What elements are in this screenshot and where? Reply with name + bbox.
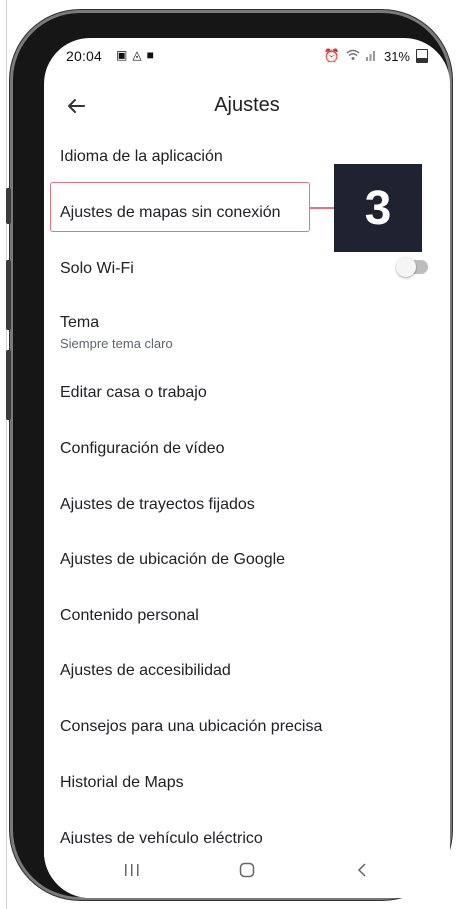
page-border-line xyxy=(6,0,7,909)
settings-item-label: Solo Wi-Fi xyxy=(60,260,134,277)
alarm-icon: ⏰ xyxy=(323,48,340,63)
settings-item-label: Tema xyxy=(60,314,100,331)
status-time: 20:04 xyxy=(66,48,103,64)
android-icon: ◬ xyxy=(132,48,142,62)
wifi-icon xyxy=(346,49,360,64)
settings-item-label: Historial de Maps xyxy=(60,774,184,791)
settings-item-label: Configuración de vídeo xyxy=(60,440,225,457)
settings-item-personal-content[interactable]: Contenido personal xyxy=(44,593,450,641)
settings-item-wifi-only[interactable]: Solo Wi-Fi xyxy=(44,246,450,294)
settings-item-edit-home-work[interactable]: Editar casa o trabajo xyxy=(44,370,450,418)
settings-item-sublabel: Siempre tema claro xyxy=(60,336,173,351)
step-callout-badge: 3 xyxy=(334,164,422,252)
navigation-bar xyxy=(44,844,450,898)
side-button xyxy=(6,350,11,420)
settings-item-theme[interactable]: Tema Siempre tema claro xyxy=(44,300,450,356)
phone-screen: 20:04 ▣ ◬ ■ ⏰ 31% Ajustes Idioma de la a… xyxy=(44,38,450,898)
recent-apps-icon xyxy=(125,864,139,876)
settings-item-label: Ajustes de ubicación de Google xyxy=(60,551,286,568)
settings-item-google-location[interactable]: Ajustes de ubicación de Google xyxy=(44,537,450,585)
status-left-icons: ▣ ◬ ■ xyxy=(116,48,154,62)
status-bar: 20:04 ▣ ◬ ■ ⏰ 31% xyxy=(44,38,450,78)
wifi-only-toggle[interactable] xyxy=(396,257,428,277)
settings-item-label: Editar casa o trabajo xyxy=(60,384,207,401)
home-button[interactable] xyxy=(217,852,277,888)
nav-back-button[interactable] xyxy=(332,852,392,888)
signal-icon xyxy=(365,49,378,64)
settings-item-location-tips[interactable]: Consejos para una ubicación precisa xyxy=(44,704,450,752)
status-right-icons: ⏰ 31% xyxy=(324,48,428,64)
settings-item-accessibility[interactable]: Ajustes de accesibilidad xyxy=(44,648,450,696)
callout-connector xyxy=(310,207,334,209)
settings-item-label: Idioma de la aplicación xyxy=(60,148,223,165)
image-icon: ▣ xyxy=(116,48,128,62)
toggle-knob xyxy=(396,257,416,277)
settings-item-maps-history[interactable]: Historial de Maps xyxy=(44,760,450,808)
settings-item-label: Ajustes de trayectos fijados xyxy=(60,496,255,513)
chevron-left-icon xyxy=(357,863,366,877)
page-title: Ajustes xyxy=(214,94,280,116)
battery-percent: 31% xyxy=(383,48,410,64)
app-bar: Ajustes xyxy=(44,78,450,134)
volume-up-button xyxy=(6,188,11,224)
home-icon xyxy=(239,862,255,878)
settings-item-pinned-trips[interactable]: Ajustes de trayectos fijados xyxy=(44,482,450,530)
settings-item-label: Consejos para una ubicación precisa xyxy=(60,718,323,735)
settings-item-label: Contenido personal xyxy=(60,607,199,624)
phone-frame: 20:04 ▣ ◬ ■ ⏰ 31% Ajustes Idioma de la a… xyxy=(6,10,452,900)
battery-icon xyxy=(416,49,428,63)
recent-apps-button[interactable] xyxy=(102,852,162,888)
highlight-box xyxy=(50,182,310,232)
message-icon: ■ xyxy=(146,48,154,62)
settings-item-label: Ajustes de accesibilidad xyxy=(60,662,231,679)
volume-down-button xyxy=(6,260,11,330)
settings-item-video[interactable]: Configuración de vídeo xyxy=(44,426,450,474)
